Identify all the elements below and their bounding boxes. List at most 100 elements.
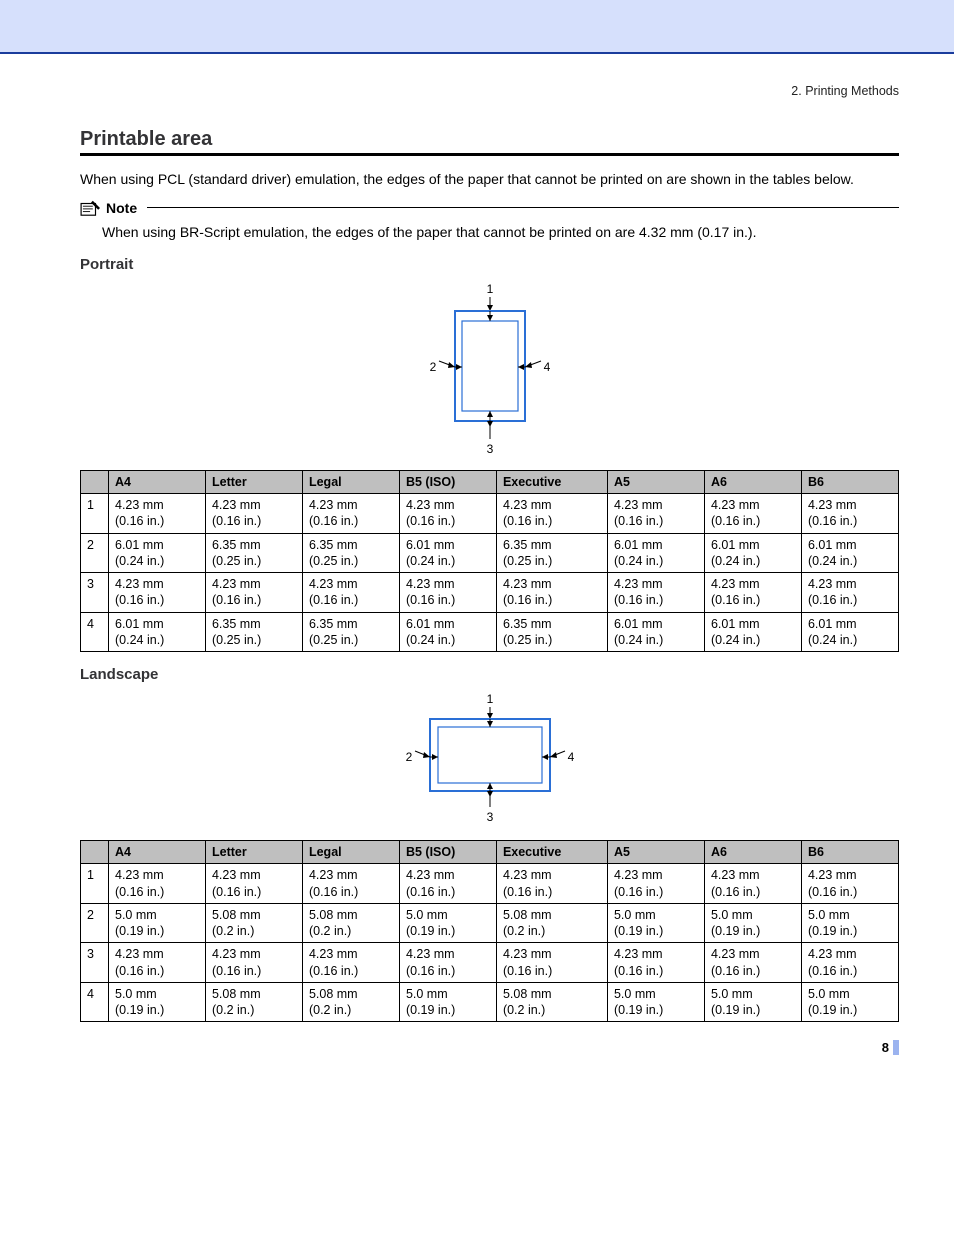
margin-cell: 4.23 mm(0.16 in.)	[302, 494, 399, 534]
margin-cell: 5.0 mm(0.19 in.)	[399, 903, 496, 943]
landscape-diagram: 1 2 4 3	[80, 691, 899, 834]
margin-cell: 5.0 mm(0.19 in.)	[801, 903, 898, 943]
table-row: 34.23 mm(0.16 in.)4.23 mm(0.16 in.)4.23 …	[81, 573, 899, 613]
margin-cell: 4.23 mm(0.16 in.)	[205, 494, 302, 534]
portrait-table-body: 14.23 mm(0.16 in.)4.23 mm(0.16 in.)4.23 …	[81, 494, 899, 652]
margin-cell: 4.23 mm(0.16 in.)	[109, 573, 206, 613]
table-header-row: A4LetterLegalB5 (ISO)ExecutiveA5A6B6	[81, 470, 899, 493]
breadcrumb: 2. Printing Methods	[80, 84, 899, 98]
margin-cell: 4.23 mm(0.16 in.)	[801, 573, 898, 613]
col-executive: Executive	[496, 470, 607, 493]
col-a5: A5	[607, 841, 704, 864]
col-a6: A6	[704, 841, 801, 864]
col-legal: Legal	[302, 841, 399, 864]
diagram-label-3: 3	[486, 442, 493, 456]
diagram-label-3: 3	[486, 810, 493, 824]
landscape-table-body: 14.23 mm(0.16 in.)4.23 mm(0.16 in.)4.23 …	[81, 864, 899, 1022]
table-row: 14.23 mm(0.16 in.)4.23 mm(0.16 in.)4.23 …	[81, 494, 899, 534]
margin-cell: 6.01 mm(0.24 in.)	[109, 533, 206, 573]
margin-cell: 4.23 mm(0.16 in.)	[205, 864, 302, 904]
margin-cell: 4.23 mm(0.16 in.)	[704, 573, 801, 613]
note-rule	[147, 207, 899, 208]
margin-cell: 6.01 mm(0.24 in.)	[109, 612, 206, 652]
margin-cell: 4.23 mm(0.16 in.)	[801, 943, 898, 983]
margin-cell: 5.08 mm(0.2 in.)	[302, 982, 399, 1022]
margin-cell: 4.23 mm(0.16 in.)	[205, 943, 302, 983]
table-header-row: A4LetterLegalB5 (ISO)ExecutiveA5A6B6	[81, 841, 899, 864]
margin-cell: 6.35 mm(0.25 in.)	[496, 533, 607, 573]
col-letter: Letter	[205, 470, 302, 493]
margin-cell: 4.23 mm(0.16 in.)	[496, 864, 607, 904]
margin-cell: 4.23 mm(0.16 in.)	[801, 864, 898, 904]
margin-cell: 6.35 mm(0.25 in.)	[205, 612, 302, 652]
diagram-label-4: 4	[543, 360, 550, 374]
margin-cell: 6.01 mm(0.24 in.)	[399, 533, 496, 573]
col-edge	[81, 841, 109, 864]
margin-cell: 6.35 mm(0.25 in.)	[496, 612, 607, 652]
margin-cell: 4.23 mm(0.16 in.)	[109, 494, 206, 534]
col-a5: A5	[607, 470, 704, 493]
margin-cell: 6.35 mm(0.25 in.)	[205, 533, 302, 573]
diagram-label-4: 4	[567, 750, 574, 764]
col-a6: A6	[704, 470, 801, 493]
margin-cell: 4.23 mm(0.16 in.)	[607, 943, 704, 983]
margin-cell: 6.35 mm(0.25 in.)	[302, 533, 399, 573]
portrait-table: A4LetterLegalB5 (ISO)ExecutiveA5A6B6 14.…	[80, 470, 899, 652]
col-b6: B6	[801, 470, 898, 493]
margin-cell: 5.0 mm(0.19 in.)	[607, 903, 704, 943]
portrait-heading: Portrait	[80, 256, 899, 273]
margin-cell: 6.01 mm(0.24 in.)	[399, 612, 496, 652]
margin-cell: 4.23 mm(0.16 in.)	[399, 864, 496, 904]
edge-cell: 1	[81, 494, 109, 534]
margin-cell: 4.23 mm(0.16 in.)	[109, 864, 206, 904]
col-b5-iso-: B5 (ISO)	[399, 841, 496, 864]
margin-cell: 4.23 mm(0.16 in.)	[399, 573, 496, 613]
col-a4: A4	[109, 470, 206, 493]
margin-cell: 4.23 mm(0.16 in.)	[496, 573, 607, 613]
margin-cell: 4.23 mm(0.16 in.)	[496, 943, 607, 983]
margin-cell: 4.23 mm(0.16 in.)	[607, 573, 704, 613]
note-label: Note	[106, 200, 137, 216]
col-letter: Letter	[205, 841, 302, 864]
col-b6: B6	[801, 841, 898, 864]
margin-cell: 6.01 mm(0.24 in.)	[704, 612, 801, 652]
margin-cell: 5.0 mm(0.19 in.)	[109, 903, 206, 943]
margin-cell: 4.23 mm(0.16 in.)	[399, 494, 496, 534]
landscape-table: A4LetterLegalB5 (ISO)ExecutiveA5A6B6 14.…	[80, 840, 899, 1022]
col-edge	[81, 470, 109, 493]
portrait-diagram: 1 2 4 3	[80, 281, 899, 464]
margin-cell: 4.23 mm(0.16 in.)	[399, 943, 496, 983]
header-band	[0, 0, 954, 54]
edge-cell: 2	[81, 533, 109, 573]
margin-cell: 5.0 mm(0.19 in.)	[704, 903, 801, 943]
table-row: 34.23 mm(0.16 in.)4.23 mm(0.16 in.)4.23 …	[81, 943, 899, 983]
table-row: 46.01 mm(0.24 in.)6.35 mm(0.25 in.)6.35 …	[81, 612, 899, 652]
margin-cell: 4.23 mm(0.16 in.)	[302, 573, 399, 613]
margin-cell: 6.35 mm(0.25 in.)	[302, 612, 399, 652]
margin-cell: 4.23 mm(0.16 in.)	[704, 943, 801, 983]
margin-cell: 6.01 mm(0.24 in.)	[607, 533, 704, 573]
edge-cell: 3	[81, 943, 109, 983]
diagram-label-1: 1	[486, 692, 493, 706]
col-a4: A4	[109, 841, 206, 864]
note-header: Note	[80, 199, 899, 217]
edge-cell: 2	[81, 903, 109, 943]
margin-cell: 4.23 mm(0.16 in.)	[704, 494, 801, 534]
edge-cell: 3	[81, 573, 109, 613]
col-b5-iso-: B5 (ISO)	[399, 470, 496, 493]
note-icon	[80, 199, 102, 217]
title-rule	[80, 153, 899, 156]
diagram-label-2: 2	[405, 750, 412, 764]
margin-cell: 5.0 mm(0.19 in.)	[704, 982, 801, 1022]
margin-cell: 6.01 mm(0.24 in.)	[607, 612, 704, 652]
margin-cell: 5.0 mm(0.19 in.)	[801, 982, 898, 1022]
edge-cell: 4	[81, 982, 109, 1022]
edge-cell: 4	[81, 612, 109, 652]
margin-cell: 5.0 mm(0.19 in.)	[109, 982, 206, 1022]
margin-cell: 4.23 mm(0.16 in.)	[302, 943, 399, 983]
margin-cell: 5.08 mm(0.2 in.)	[496, 982, 607, 1022]
margin-cell: 5.08 mm(0.2 in.)	[205, 982, 302, 1022]
intro-text: When using PCL (standard driver) emulati…	[80, 170, 899, 189]
landscape-heading: Landscape	[80, 666, 899, 683]
table-row: 26.01 mm(0.24 in.)6.35 mm(0.25 in.)6.35 …	[81, 533, 899, 573]
